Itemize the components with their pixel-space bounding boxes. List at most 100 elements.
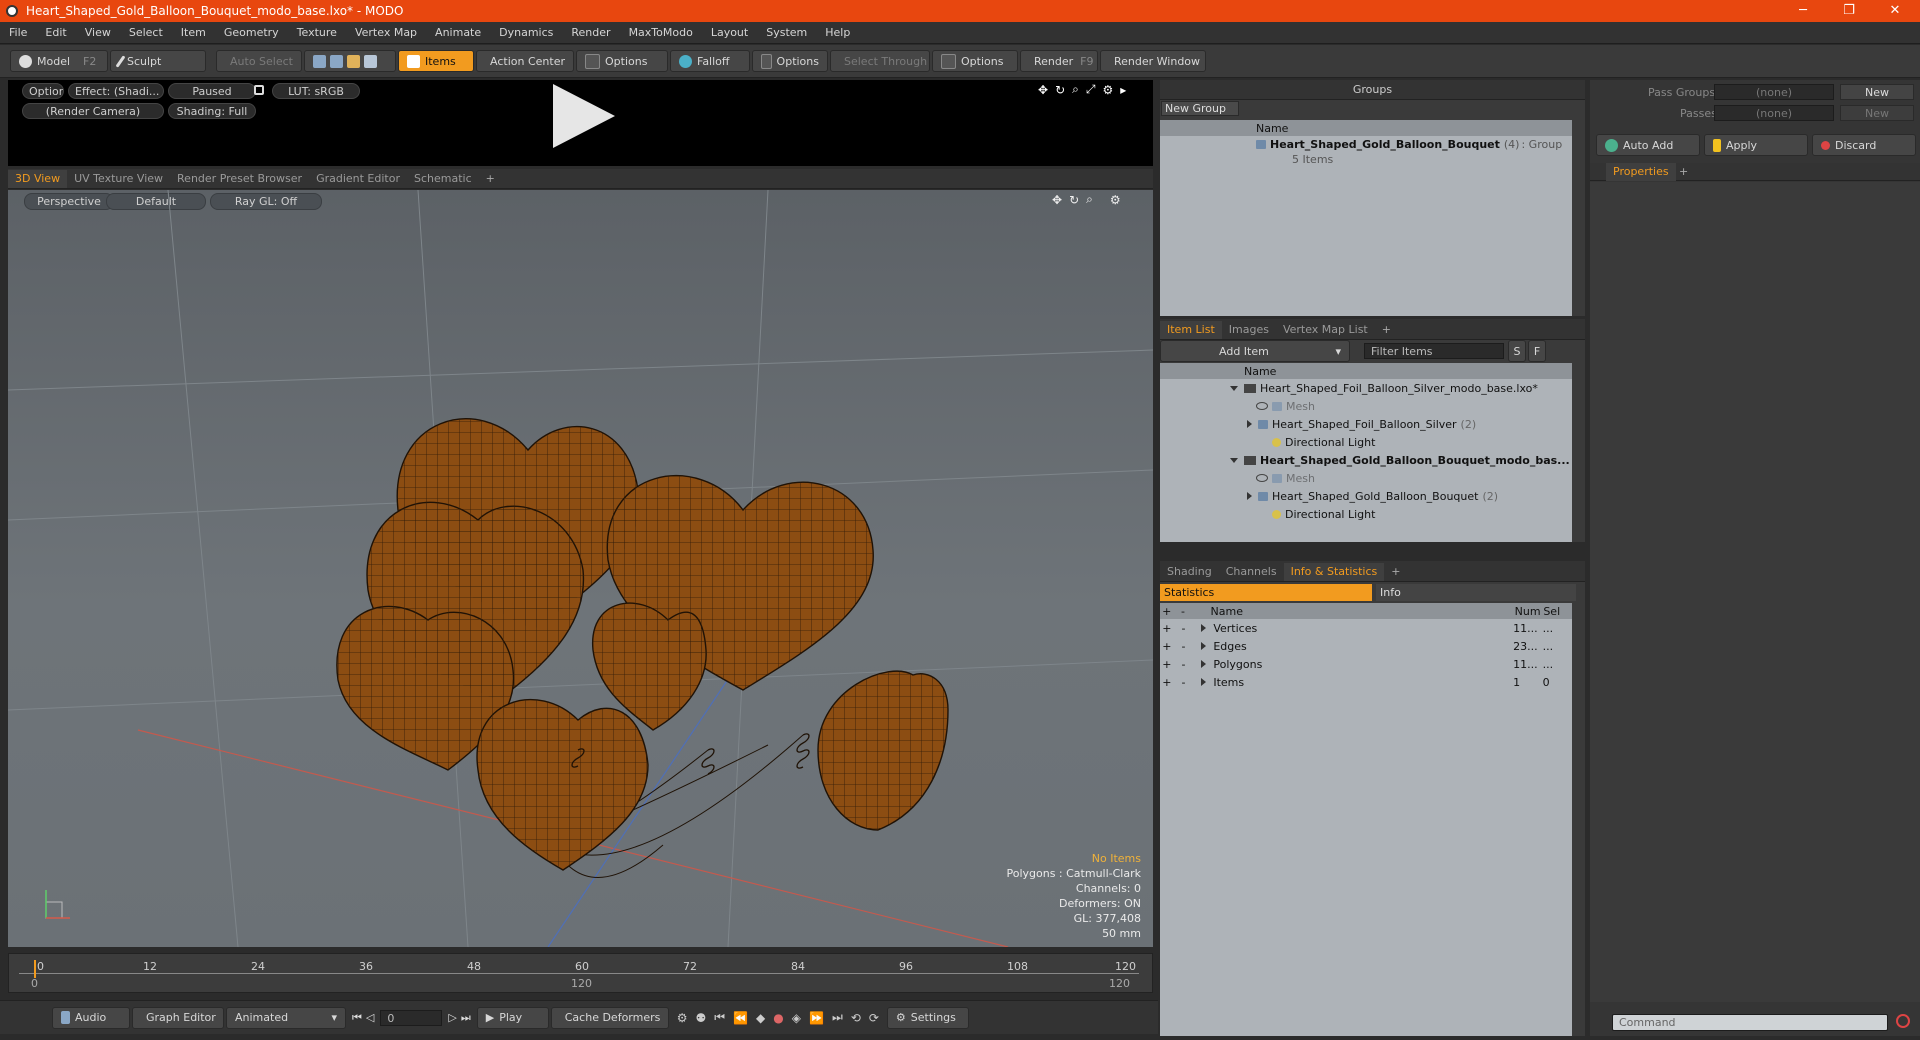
discard-button[interactable]: Discard [1812,134,1916,156]
items-mode-button[interactable]: Items [398,50,474,72]
graph-editor-button[interactable]: Graph Editor [132,1006,224,1029]
audio-button[interactable]: Audio [52,1006,130,1029]
preview-camera-dropdown[interactable]: (Render Camera) [22,103,164,119]
first-frame-icon[interactable]: ⏮ [352,1011,362,1025]
auto-select-button[interactable]: Auto Select [216,50,302,72]
new-pass-group-button[interactable]: New [1840,84,1914,100]
preview-shading-dropdown[interactable]: Shading: Full [168,103,256,119]
arrow-right-icon[interactable]: ▸ [1120,83,1126,97]
key-object-icon[interactable]: ⚉ [696,1011,707,1025]
menu-vertex-map[interactable]: Vertex Map [346,26,426,39]
move-icon[interactable]: ✥ [1038,83,1048,97]
menu-edit[interactable]: Edit [36,26,75,39]
preview-effect-dropdown[interactable]: Effect: (Shadi... [68,83,164,99]
expand-icon[interactable] [1230,385,1238,391]
stats-row[interactable]: + - Items 1 0 [1160,673,1572,691]
expand-icon[interactable] [1247,492,1252,500]
play-button[interactable]: ▶ Play [476,1006,549,1029]
filter-toggle-button[interactable]: F [1528,340,1546,362]
light-row[interactable]: Directional Light [1160,433,1572,451]
render-window-button[interactable]: Render Window [1100,50,1206,72]
visibility-eye-icon[interactable] [1256,402,1268,410]
expand-icon[interactable] [1230,457,1238,463]
menu-dynamics[interactable]: Dynamics [490,26,562,39]
mesh-row[interactable]: Mesh [1160,397,1572,415]
render-button[interactable]: Render F9 [1020,50,1098,72]
model-mode-button[interactable]: Model F2 [10,50,108,72]
new-pass-button[interactable]: New [1840,105,1914,121]
key-set-icon[interactable]: ◆ [756,1011,765,1025]
close-button[interactable]: ✕ [1872,0,1918,22]
preview-paused-button[interactable]: Paused [168,83,256,99]
scene-row[interactable]: Heart_Shaped_Foil_Balloon_Silver_modo_ba… [1160,379,1572,397]
add-item-dropdown[interactable]: Add Item ▾ [1160,340,1350,362]
tab-3d-view[interactable]: 3D View [8,170,68,188]
tab-schematic[interactable]: Schematic [407,170,479,188]
lock-icon[interactable] [254,85,264,95]
filter-items-input[interactable]: Filter Items [1364,343,1504,359]
3d-viewport[interactable]: Perspective Default Ray GL: Off ✥ ↻ ⌕ ⚙ [8,190,1153,947]
tab-channels[interactable]: Channels [1219,563,1284,581]
zoom-icon[interactable]: ⌕ [1072,82,1079,97]
menu-maxtomodo[interactable]: MaxToModo [620,26,702,39]
expand-all-icon[interactable]: + [1160,605,1173,618]
stats-row[interactable]: + - Edges 23... ... [1160,637,1572,655]
tab-properties[interactable]: Properties [1606,163,1676,181]
falloff-button[interactable]: Falloff [670,50,750,72]
group-row[interactable]: Heart_Shaped_Gold_Balloon_Bouquet (4) : … [1160,136,1572,152]
tab-images[interactable]: Images [1222,321,1276,339]
menu-view[interactable]: View [76,26,120,39]
apply-button[interactable]: Apply [1704,134,1808,156]
add-tab-button[interactable]: + [1672,163,1695,181]
statistics-subtab[interactable]: Statistics [1160,584,1372,601]
menu-geometry[interactable]: Geometry [215,26,288,39]
menu-texture[interactable]: Texture [288,26,346,39]
polygons-mode-icon[interactable] [347,54,360,68]
key-auto-icon[interactable]: ◈ [792,1011,801,1025]
item-row[interactable]: Heart_Shaped_Foil_Balloon_Silver (2) [1160,415,1572,433]
maximize-button[interactable]: ❐ [1826,0,1872,22]
tab-render-preset-browser[interactable]: Render Preset Browser [170,170,309,188]
command-input[interactable]: Command [1612,1014,1888,1031]
key-end-icon[interactable]: ⏭ [832,1010,843,1025]
expand-icon[interactable] [1201,677,1207,686]
tab-vertex-map-list[interactable]: Vertex Map List [1276,321,1375,339]
tab-shading[interactable]: Shading [1160,563,1219,581]
expand-icon[interactable] [1201,641,1207,650]
prev-key-icon[interactable]: ◁ [366,1011,374,1024]
loop-icon[interactable]: ⟲ [851,1011,861,1025]
menu-select[interactable]: Select [120,26,172,39]
vertices-mode-icon[interactable] [313,54,326,68]
timeline[interactable]: 0 12 24 36 48 60 72 84 96 108 120 0 120 … [8,953,1153,993]
timeline-ruler[interactable]: 0 12 24 36 48 60 72 84 96 108 120 [19,960,1139,978]
menu-item[interactable]: Item [172,26,215,39]
add-tab-button[interactable]: + [479,170,502,188]
preview-options-button[interactable]: Options [22,83,64,99]
frame-input[interactable]: 0 [380,1009,443,1026]
falloff-options-button[interactable]: Options [752,50,828,72]
record-icon[interactable]: ● [773,1011,783,1025]
tab-gradient-editor[interactable]: Gradient Editor [309,170,407,188]
menu-help[interactable]: Help [816,26,859,39]
key-next-icon[interactable]: ⏩ [809,1011,824,1025]
gear-icon[interactable]: ⚙ [1102,83,1113,97]
menu-animate[interactable]: Animate [426,26,490,39]
expand-icon[interactable] [1201,623,1207,632]
preview-lut-dropdown[interactable]: LUT: sRGB [272,83,360,99]
item-row[interactable]: Heart_Shaped_Gold_Balloon_Bouquet (2) [1160,487,1572,505]
key-prev-icon[interactable]: ⏪ [733,1011,748,1025]
add-tab-button[interactable]: + [1384,563,1407,581]
key-start-icon[interactable]: ⏮ [714,1010,725,1025]
passes-dropdown[interactable]: (none) [1714,105,1834,121]
stats-row[interactable]: + - Polygons 11... ... [1160,655,1572,673]
select-through-options-button[interactable]: Options [932,50,1018,72]
command-stop-icon[interactable] [1896,1014,1910,1028]
edges-mode-icon[interactable] [330,54,343,68]
action-center-options-button[interactable]: Options [576,50,668,72]
key-wheel-icon[interactable]: ⚙ [677,1011,688,1025]
search-toggle-button[interactable]: S [1508,340,1526,362]
scene-row[interactable]: Heart_Shaped_Gold_Balloon_Bouquet_modo_b… [1160,451,1572,469]
animated-dropdown[interactable]: Animated ▾ [226,1006,346,1029]
materials-mode-icon[interactable] [364,54,377,68]
menu-layout[interactable]: Layout [702,26,757,39]
